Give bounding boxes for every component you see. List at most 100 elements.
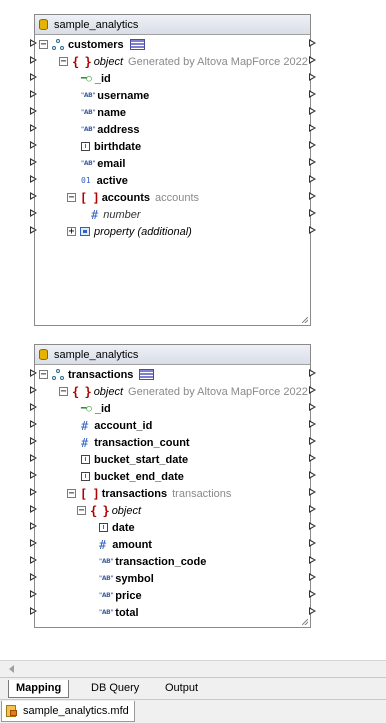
input-port-icon[interactable] <box>30 403 37 411</box>
output-port-icon[interactable] <box>309 522 316 530</box>
output-port-icon[interactable] <box>309 454 316 462</box>
output-port-icon[interactable] <box>309 437 316 445</box>
input-port-icon[interactable] <box>30 141 37 149</box>
output-port-icon[interactable] <box>309 403 316 411</box>
collapse-toggle[interactable]: − <box>39 40 48 50</box>
component-customers[interactable]: sample_analytics − customers − { } objec… <box>34 14 311 326</box>
collapse-toggle[interactable]: − <box>59 387 68 397</box>
input-port-icon[interactable] <box>30 226 37 234</box>
output-port-icon[interactable] <box>309 90 316 98</box>
tree-row-root: − customers <box>39 36 145 53</box>
collapse-toggle[interactable]: − <box>77 506 86 516</box>
input-port-icon[interactable] <box>30 573 37 581</box>
input-port-icon[interactable] <box>30 192 37 200</box>
table-icon[interactable] <box>129 39 145 50</box>
input-port-icon[interactable] <box>30 488 37 496</box>
input-port-icon[interactable] <box>30 539 37 547</box>
resize-grip[interactable] <box>302 317 308 323</box>
horizontal-scrollbar[interactable] <box>0 660 386 678</box>
tree-row-field: i bucket_end_date <box>81 468 184 485</box>
output-port-icon[interactable] <box>309 556 316 564</box>
tab-db-query[interactable]: DB Query <box>84 680 146 697</box>
boolean-icon: 01 <box>81 176 91 185</box>
output-port-icon[interactable] <box>309 539 316 547</box>
output-port-icon[interactable] <box>309 175 316 183</box>
tree-row-property: + property (additional) <box>67 223 192 240</box>
field-label: date <box>112 521 135 534</box>
scroll-left-icon[interactable] <box>9 665 14 673</box>
input-port-icon[interactable] <box>30 124 37 132</box>
string-icon: "AB" <box>99 609 114 616</box>
string-icon: "AB" <box>81 160 96 167</box>
output-port-icon[interactable] <box>309 505 316 513</box>
input-port-icon[interactable] <box>30 420 37 428</box>
database-icon <box>39 349 48 360</box>
output-port-icon[interactable] <box>309 124 316 132</box>
input-port-icon[interactable] <box>30 107 37 115</box>
tree-row-field: # account_id <box>81 417 152 434</box>
output-port-icon[interactable] <box>309 590 316 598</box>
mapping-canvas[interactable]: sample_analytics − customers − { } objec… <box>0 0 386 660</box>
input-port-icon[interactable] <box>30 369 37 377</box>
output-port-icon[interactable] <box>309 73 316 81</box>
input-port-icon[interactable] <box>30 454 37 462</box>
string-icon: "AB" <box>81 109 96 116</box>
component-title: sample_analytics <box>54 18 139 31</box>
tab-mapping[interactable]: Mapping <box>8 680 70 698</box>
input-port-icon[interactable] <box>30 505 37 513</box>
output-port-icon[interactable] <box>309 226 316 234</box>
tree-row-field: ━○ _id <box>81 70 111 87</box>
collapse-toggle[interactable]: − <box>67 489 76 499</box>
output-port-icon[interactable] <box>309 573 316 581</box>
output-port-icon[interactable] <box>309 488 316 496</box>
tree-row-field: ━○ _id <box>81 400 111 417</box>
input-port-icon[interactable] <box>30 437 37 445</box>
input-port-icon[interactable] <box>30 590 37 598</box>
resize-grip[interactable] <box>302 619 308 625</box>
input-port-icon[interactable] <box>30 90 37 98</box>
input-port-icon[interactable] <box>30 158 37 166</box>
output-port-icon[interactable] <box>309 386 316 394</box>
field-label: bucket_end_date <box>94 470 184 483</box>
output-port-icon[interactable] <box>309 141 316 149</box>
output-port-icon[interactable] <box>309 158 316 166</box>
output-port-icon[interactable] <box>309 39 316 47</box>
component-title-bar[interactable]: sample_analytics <box>35 15 310 35</box>
field-label: symbol <box>115 572 154 585</box>
output-port-icon[interactable] <box>309 607 316 615</box>
output-port-icon[interactable] <box>309 369 316 377</box>
input-port-icon[interactable] <box>30 209 37 217</box>
output-port-icon[interactable] <box>309 471 316 479</box>
input-port-icon[interactable] <box>30 522 37 530</box>
table-icon[interactable] <box>139 369 155 380</box>
collapse-toggle[interactable]: − <box>67 193 76 203</box>
input-port-icon[interactable] <box>30 471 37 479</box>
collapse-toggle[interactable]: − <box>39 370 48 380</box>
output-port-icon[interactable] <box>309 209 316 217</box>
input-port-icon[interactable] <box>30 386 37 394</box>
tree-row-field: "AB" transaction_code <box>99 553 206 570</box>
input-port-icon[interactable] <box>30 175 37 183</box>
input-port-icon[interactable] <box>30 39 37 47</box>
component-title-bar[interactable]: sample_analytics <box>35 345 310 365</box>
output-port-icon[interactable] <box>309 192 316 200</box>
input-port-icon[interactable] <box>30 556 37 564</box>
input-port-icon[interactable] <box>30 73 37 81</box>
string-icon: "AB" <box>81 92 96 99</box>
output-port-icon[interactable] <box>309 56 316 64</box>
tree-row-field: # transaction_count <box>81 434 190 451</box>
key-icon: ━○ <box>81 403 92 414</box>
output-port-icon[interactable] <box>309 107 316 115</box>
output-port-icon[interactable] <box>309 420 316 428</box>
component-transactions[interactable]: sample_analytics − transactions − { } ob… <box>34 344 311 628</box>
field-label: name <box>97 106 127 119</box>
input-port-icon[interactable] <box>30 56 37 64</box>
tree-row-field: "AB" address <box>81 121 139 138</box>
input-port-icon[interactable] <box>30 607 37 615</box>
collapse-toggle[interactable]: − <box>59 57 68 67</box>
document-tab[interactable]: sample_analytics.mfd <box>1 701 135 722</box>
expand-toggle[interactable]: + <box>67 227 76 237</box>
tab-output[interactable]: Output <box>158 680 205 697</box>
number-icon: # <box>81 418 89 433</box>
tree-row-field: 01 active <box>81 172 128 189</box>
